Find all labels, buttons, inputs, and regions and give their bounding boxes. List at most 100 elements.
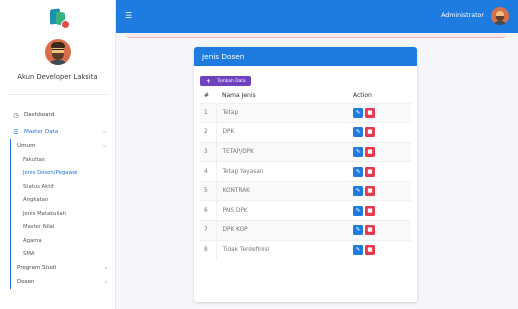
table-row: 7 DPK KOP ✎ ■ <box>200 220 411 241</box>
row-number: 2 <box>200 122 217 143</box>
edit-button[interactable]: ✎ <box>353 107 363 118</box>
row-number: 5 <box>200 180 217 201</box>
sidebar-item-jenis-dosen[interactable]: Jenis Dosen/Pegawai <box>11 167 115 181</box>
row-nama-jenis: DPK KOP <box>216 220 353 241</box>
table-row: 4 Tetap Yayasan ✎ ■ <box>200 161 411 182</box>
plus-icon: + <box>206 77 212 85</box>
trash-icon: ■ <box>367 148 373 155</box>
row-nama-jenis: PNS DPK <box>216 200 353 221</box>
row-actions: ✎ ■ <box>353 161 411 182</box>
sidebar-item-label: Program Studi <box>17 265 57 271</box>
chevron-down-icon: ⌵ <box>102 142 107 149</box>
row-number: 8 <box>200 239 217 260</box>
row-nama-jenis: Tetap Yayasan <box>216 161 353 182</box>
sidebar-item-label: Dosen <box>17 279 35 285</box>
trash-icon: ■ <box>367 168 373 175</box>
dashboard-icon: ◷ <box>13 111 19 119</box>
trash-icon: ■ <box>367 247 373 254</box>
add-data-button[interactable]: + Tambah Data <box>200 76 252 86</box>
sidebar-item-jenis-matakuliah[interactable]: Jenis Matakuliah <box>11 207 115 221</box>
user-name[interactable]: Administrator <box>441 12 484 19</box>
row-nama-jenis: Tetap <box>216 102 353 123</box>
delete-button[interactable]: ■ <box>365 186 375 197</box>
sidebar-item-angkatan[interactable]: Angkatan <box>11 194 115 208</box>
table-header-row: # Nama Jenis Action <box>200 88 411 103</box>
sidebar-menu: ◷ Dashboard ☰ Master Data ⌵ Umum ⌵ Fakul… <box>0 95 115 289</box>
profile-name: Akun Developer Laksita <box>17 73 98 81</box>
menu-icon[interactable]: ☰ <box>125 11 132 20</box>
add-data-label: Tambah Data <box>217 78 246 84</box>
row-actions: ✎ ■ <box>353 102 411 123</box>
pencil-icon: ✎ <box>355 109 361 116</box>
edit-button[interactable]: ✎ <box>353 146 363 157</box>
user-profile: Akun Developer Laksita <box>8 33 107 95</box>
row-actions: ✎ ■ <box>353 239 411 260</box>
row-number: 4 <box>200 161 217 182</box>
sidebar-item-fakultas[interactable]: Fakultas <box>11 153 115 167</box>
delete-button[interactable]: ■ <box>365 127 375 138</box>
column-header-no: # <box>204 91 210 99</box>
master-data-submenu: Umum ⌵ Fakultas Jenis Dosen/Pegawai Stat… <box>10 139 115 289</box>
edit-button[interactable]: ✎ <box>353 186 363 197</box>
edit-button[interactable]: ✎ <box>353 166 363 177</box>
alert-strip <box>126 33 506 38</box>
delete-button[interactable]: ■ <box>365 225 375 236</box>
pencil-icon: ✎ <box>355 188 361 195</box>
top-navbar: ☰ Administrator <box>116 0 518 33</box>
user-avatar[interactable] <box>491 7 509 25</box>
delete-button[interactable]: ■ <box>365 166 375 177</box>
table-row: 8 Tidak Terdefinisi ✎ ■ <box>200 239 411 260</box>
edit-button[interactable]: ✎ <box>353 225 363 236</box>
delete-button[interactable]: ■ <box>365 107 375 118</box>
row-actions: ✎ ■ <box>353 180 411 201</box>
app-logo[interactable] <box>48 7 70 29</box>
jenis-dosen-card: Jenis Dosen + Tambah Data # Nama Jenis A… <box>194 47 417 302</box>
pencil-icon: ✎ <box>355 247 361 254</box>
trash-icon: ■ <box>367 129 373 136</box>
table-row: 5 KONTRAK ✎ ■ <box>200 180 411 201</box>
sidebar-item-label: Master Data <box>24 129 59 135</box>
pencil-icon: ✎ <box>355 148 361 155</box>
row-nama-jenis: Tidak Terdefinisi <box>216 239 353 260</box>
pencil-icon: ✎ <box>355 168 361 175</box>
row-number: 3 <box>200 141 217 162</box>
sidebar-item-master-data[interactable]: ☰ Master Data ⌵ <box>0 125 115 139</box>
delete-button[interactable]: ■ <box>365 146 375 157</box>
sidebar-item-status-aktif[interactable]: Status Aktif <box>11 180 115 194</box>
sidebar-item-program-studi[interactable]: Program Studi › <box>11 261 115 275</box>
column-header-nama: Nama Jenis <box>222 91 256 99</box>
sidebar-item-dashboard[interactable]: ◷ Dashboard <box>0 108 115 122</box>
card-title: Jenis Dosen <box>194 47 417 66</box>
sidebar-item-master-nilai[interactable]: Master Nilai <box>11 221 115 235</box>
row-nama-jenis: DPK <box>216 122 353 143</box>
database-icon: ☰ <box>13 128 19 136</box>
sidebar-item-agama[interactable]: Agama <box>11 234 115 248</box>
delete-button[interactable]: ■ <box>365 245 375 256</box>
trash-icon: ■ <box>367 188 373 195</box>
row-actions: ✎ ■ <box>353 220 411 241</box>
row-actions: ✎ ■ <box>353 122 411 143</box>
trash-icon: ■ <box>367 207 373 214</box>
jenis-dosen-table: # Nama Jenis Action 1 Tetap ✎ ■ 2 DPK ✎ ■ 3 TETAP… <box>200 88 411 260</box>
row-nama-jenis: KONTRAK <box>216 180 353 201</box>
table-row: 1 Tetap ✎ ■ <box>200 102 411 123</box>
sidebar-item-dosen[interactable]: Dosen › <box>11 275 115 289</box>
edit-button[interactable]: ✎ <box>353 205 363 216</box>
sidebar-item-label: Dashboard <box>24 112 55 118</box>
chevron-right-icon: › <box>104 264 107 272</box>
table-row: 3 TETAP/DPK ✎ ■ <box>200 141 411 162</box>
edit-button[interactable]: ✎ <box>353 127 363 138</box>
delete-button[interactable]: ■ <box>365 205 375 216</box>
trash-icon: ■ <box>367 227 373 234</box>
chevron-down-icon: ⌵ <box>102 128 107 135</box>
sidebar-item-sma[interactable]: SMA <box>11 248 115 262</box>
row-nama-jenis: TETAP/DPK <box>216 141 353 162</box>
column-header-action: Action <box>353 91 372 99</box>
row-number: 1 <box>200 102 217 123</box>
edit-button[interactable]: ✎ <box>353 245 363 256</box>
pencil-icon: ✎ <box>355 227 361 234</box>
sidebar: Akun Developer Laksita ◷ Dashboard ☰ Mas… <box>0 0 116 309</box>
pencil-icon: ✎ <box>355 207 361 214</box>
row-actions: ✎ ■ <box>353 200 411 221</box>
sidebar-item-umum[interactable]: Umum ⌵ <box>11 139 115 153</box>
